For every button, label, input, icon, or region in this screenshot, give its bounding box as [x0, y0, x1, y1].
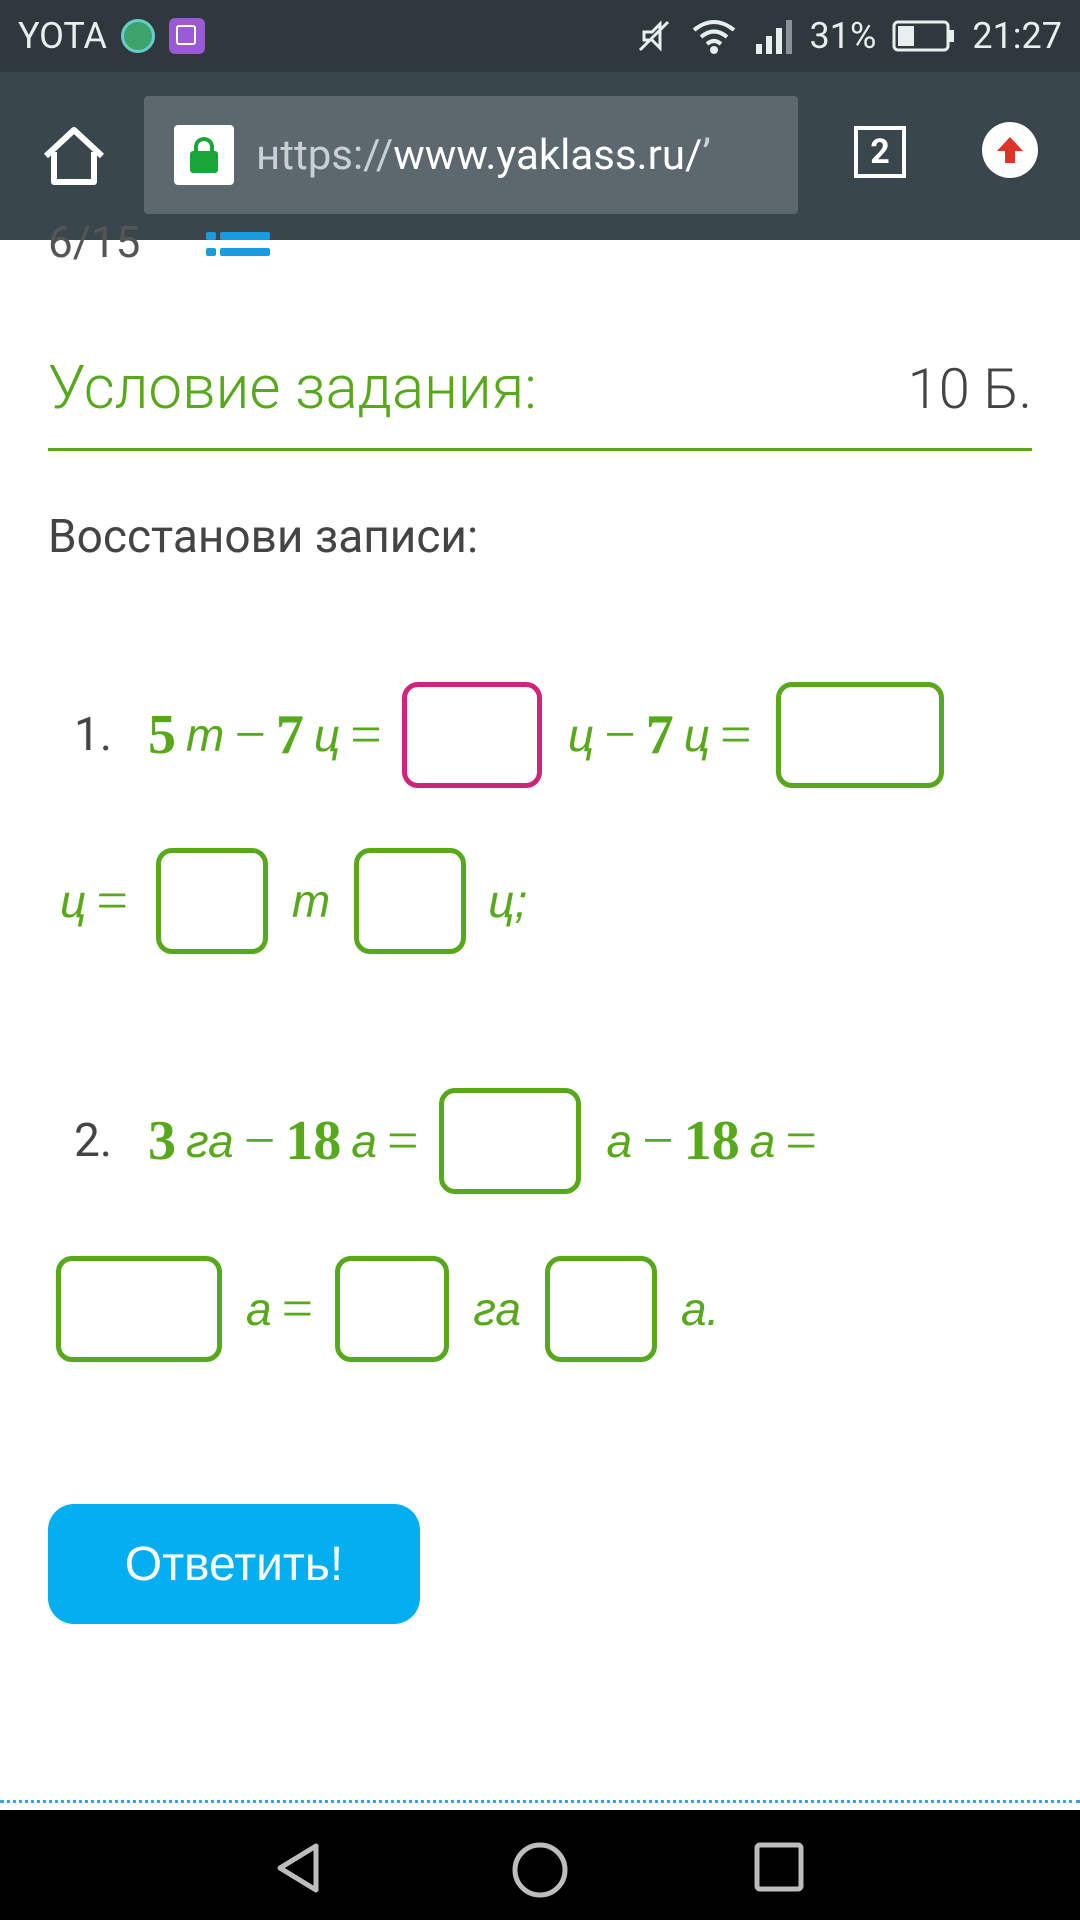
home-icon[interactable]: [38, 120, 110, 192]
answer-input-1c[interactable]: [155, 848, 268, 954]
progress-counter: 6/15: [48, 216, 141, 268]
wifi-icon: [692, 20, 735, 54]
carrier-name: YOTA: [18, 15, 107, 57]
answer-input-2a[interactable]: [438, 1088, 581, 1194]
answer-input-1b[interactable]: [775, 682, 944, 788]
globe-icon: [120, 19, 155, 53]
home-circle-icon[interactable]: [510, 1840, 570, 1900]
header-divider: [48, 448, 1032, 451]
equation-index: 1.: [74, 708, 112, 762]
equation-index: 2.: [74, 1114, 112, 1168]
system-navigation-bar: [0, 1810, 1080, 1920]
answer-input-1a[interactable]: [401, 682, 542, 788]
answer-input-2c[interactable]: [335, 1256, 450, 1362]
battery-percent: 31%: [809, 15, 877, 57]
equation-1-line-1: 1. 5 т − 7 ц = ц − 7 ц =: [74, 682, 944, 788]
list-icon[interactable]: [206, 232, 276, 260]
tab-switcher-button[interactable]: 2: [854, 126, 906, 178]
answer-input-2b[interactable]: [56, 1256, 222, 1362]
battery-icon: [892, 20, 955, 52]
upload-button[interactable]: [982, 122, 1038, 178]
back-icon[interactable]: [270, 1840, 326, 1896]
signal-icon: [755, 20, 792, 54]
equation-2-line-1: 2. 3 га − 18 а = а − 18 а =: [74, 1088, 817, 1194]
arrow-up-icon: [997, 137, 1023, 163]
lock-icon: [174, 125, 234, 185]
submit-answer-button[interactable]: Ответить!: [48, 1504, 420, 1624]
answer-input-1d[interactable]: [354, 848, 467, 954]
address-bar[interactable]: нttps://www.yaklass.ru/’: [144, 96, 798, 214]
clock: 21:27: [972, 15, 1062, 57]
task-title: Условие задания:: [48, 352, 537, 423]
task-instruction: Восстанови записи:: [48, 510, 479, 564]
task-header: Условие задания: 10 Б.: [48, 352, 1032, 423]
equation-1-line-2: ц = т ц;: [60, 848, 527, 954]
equation-2-line-2: а = га а.: [56, 1256, 719, 1362]
recent-apps-icon[interactable]: [752, 1840, 806, 1894]
task-points: 10 Б.: [907, 356, 1032, 422]
url-text: нttps://www.yaklass.ru/’: [256, 130, 711, 180]
page-bottom-divider: [0, 1800, 1080, 1803]
mute-icon: [638, 20, 669, 52]
gallery-icon: [168, 18, 205, 54]
answer-input-2d[interactable]: [544, 1256, 657, 1362]
status-bar: YOTA 31% 21:27: [0, 0, 1080, 72]
browser-toolbar: нttps://www.yaklass.ru/’ 2: [0, 72, 1080, 240]
